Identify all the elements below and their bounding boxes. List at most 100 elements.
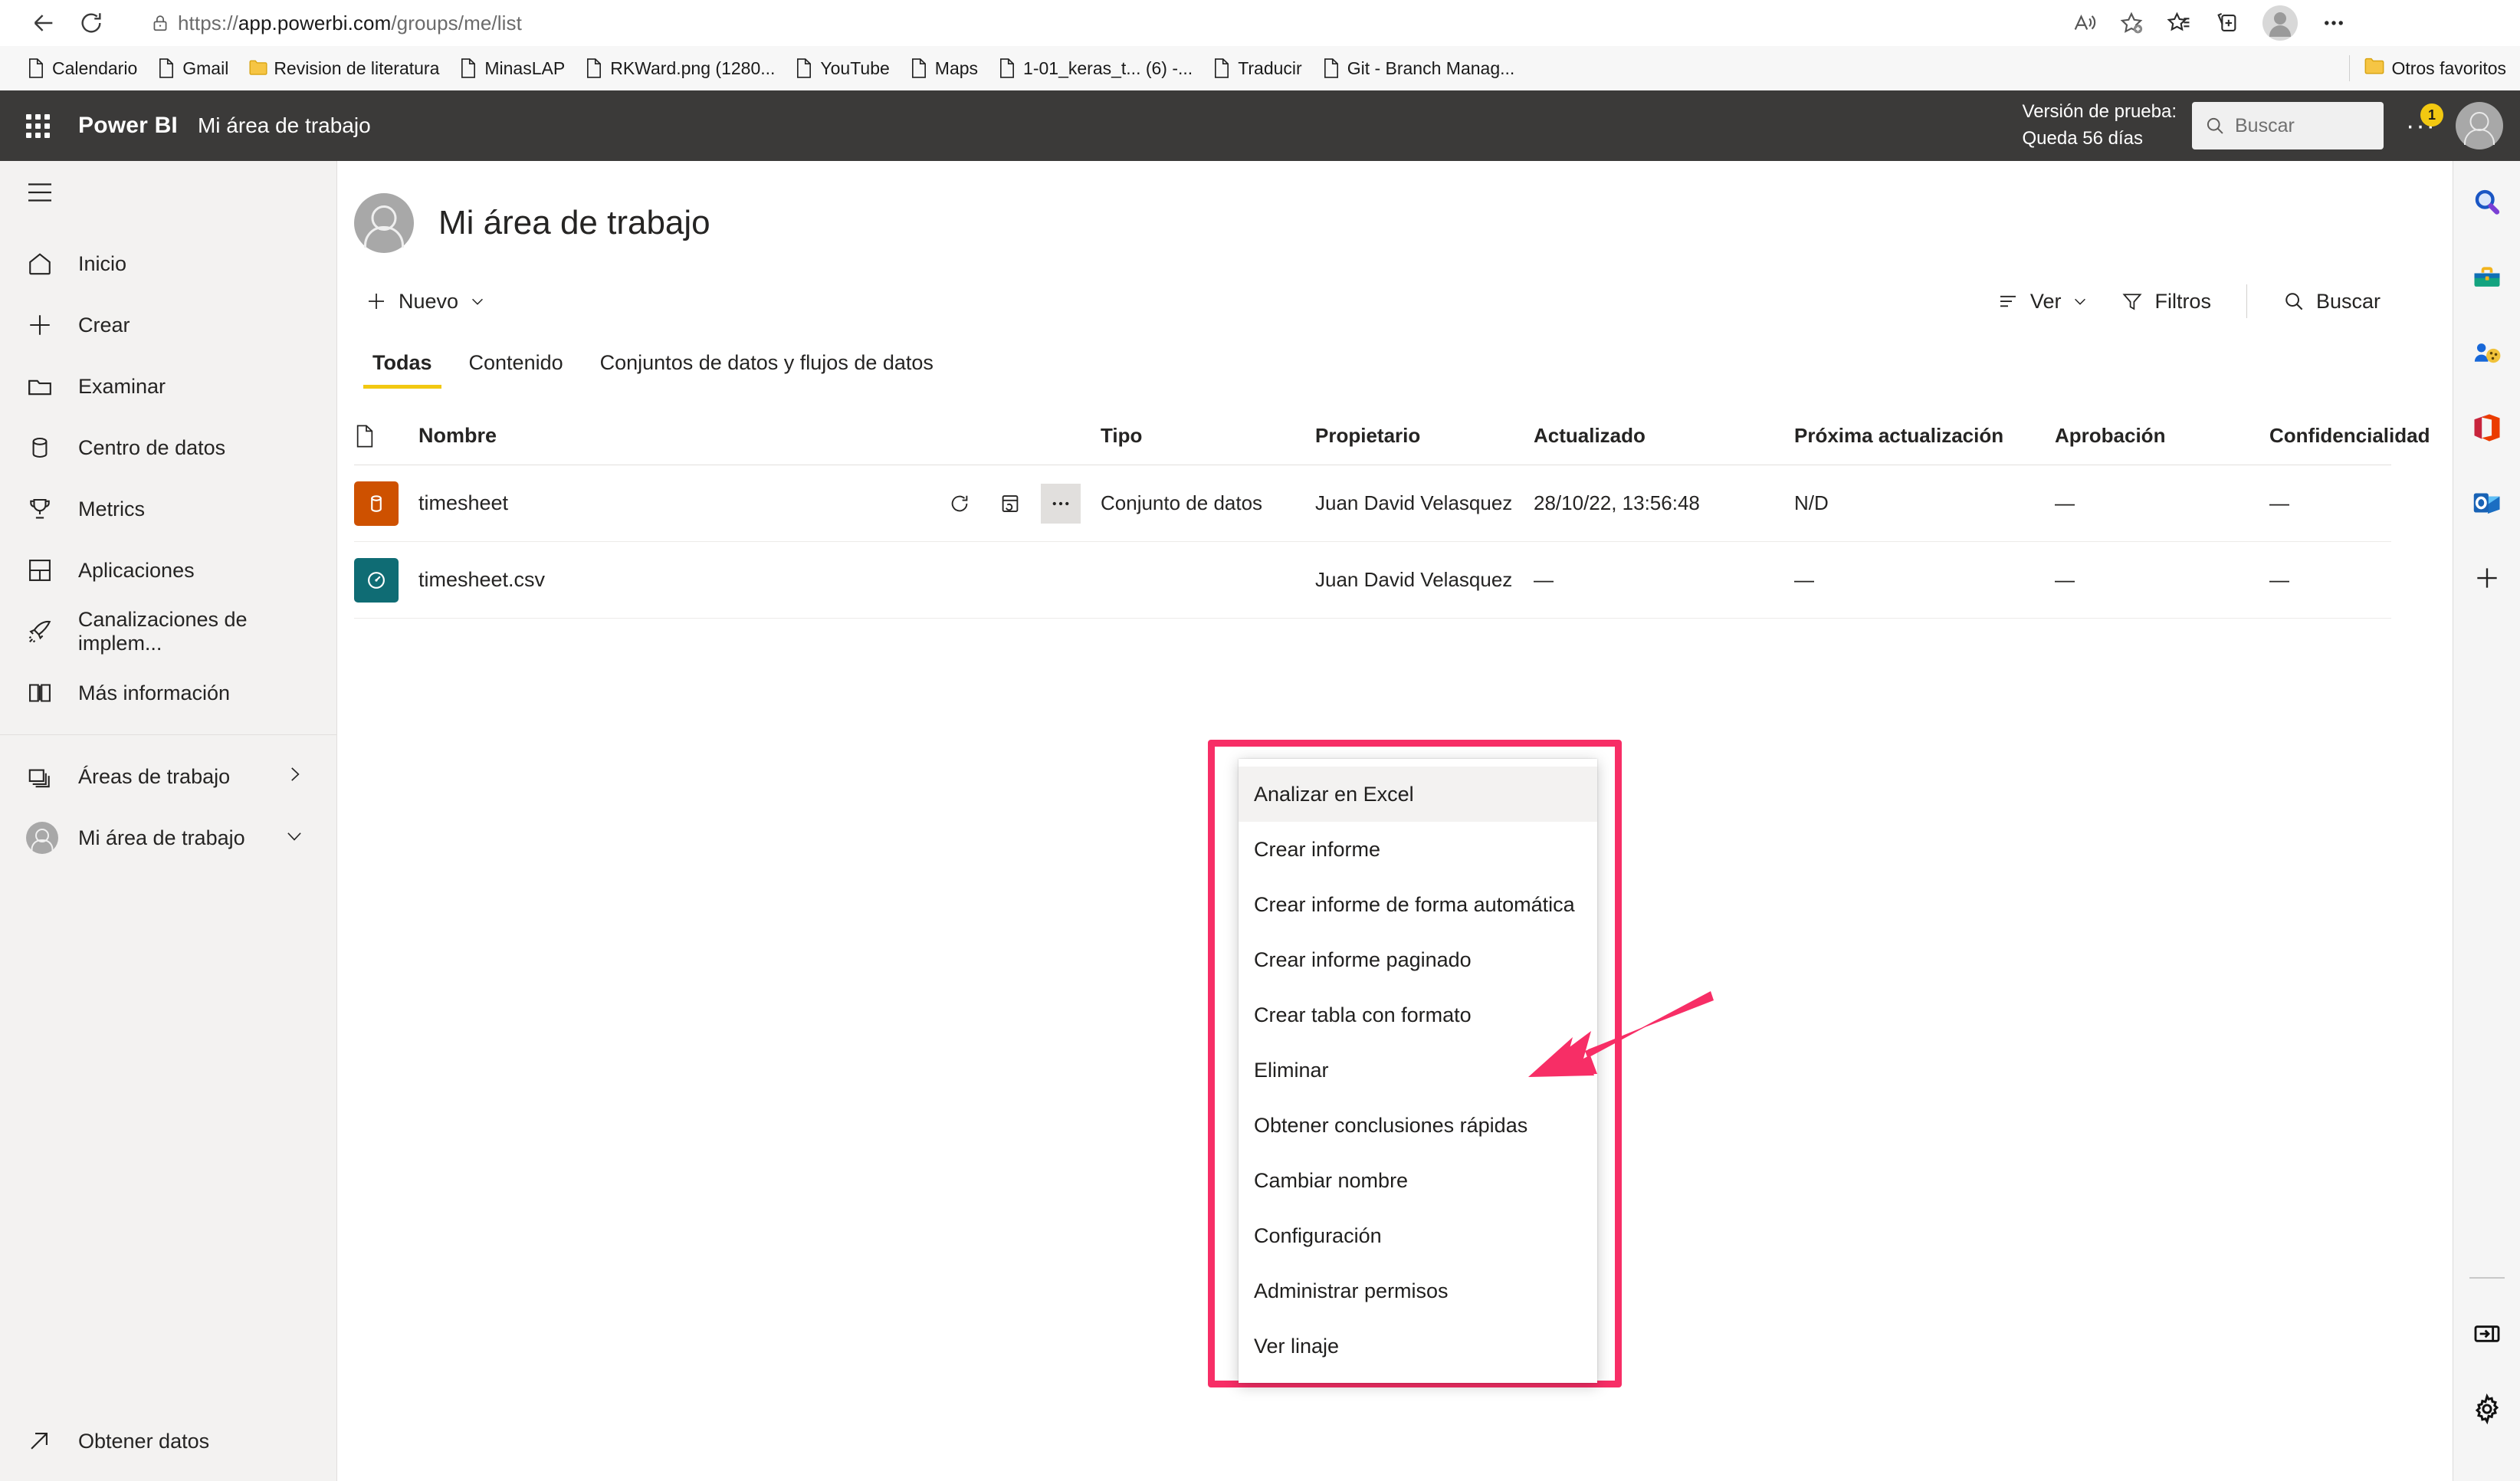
column-header-propietario[interactable]: Propietario <box>1315 424 1534 448</box>
list-search-button[interactable]: Buscar <box>2272 284 2391 320</box>
bookmark-item[interactable]: RKWard.png (1280... <box>575 54 785 83</box>
sidebar-item-mas-informacion[interactable]: Más información <box>0 662 336 724</box>
tab-label: Todas <box>372 351 432 374</box>
bookmark-item[interactable]: 1-01_keras_t... (6) -... <box>988 54 1203 83</box>
sidebar-item-label: Centro de datos <box>78 435 226 459</box>
page-icon <box>459 57 477 79</box>
new-button[interactable]: Nuevo <box>354 284 497 320</box>
bookmark-item[interactable]: Git - Branch Manag... <box>1312 54 1525 83</box>
sidebar-item-obtener-datos[interactable]: Obtener datos <box>0 1410 336 1472</box>
sidebar-item-label: Examinar <box>78 374 166 398</box>
bookmark-item[interactable]: Maps <box>900 54 988 83</box>
row-name[interactable]: timesheet.csv <box>418 568 940 592</box>
address-bar[interactable]: https://app.powerbi.com/groups/me/list <box>135 4 2043 42</box>
column-header-nombre[interactable]: Nombre <box>418 424 940 448</box>
menu-item-crear-informe-paginado[interactable]: Crear informe paginado <box>1239 932 1597 987</box>
add-favorite-icon[interactable] <box>2108 0 2155 47</box>
view-button[interactable]: Ver <box>1986 284 2100 320</box>
row-owner: Juan David Velasquez <box>1315 568 1513 591</box>
menu-item-ver-linaje[interactable]: Ver linaje <box>1239 1318 1597 1374</box>
right-rail-bottom <box>2464 1277 2510 1481</box>
bookmark-item[interactable]: Revision de literatura <box>238 54 449 83</box>
favorites-list-icon[interactable] <box>2155 0 2203 47</box>
nav-bottom-group: Obtener datos <box>0 1410 336 1481</box>
nav-collapse-button[interactable] <box>0 161 336 224</box>
office-icon[interactable] <box>2464 405 2510 451</box>
column-header-actualizado[interactable]: Actualizado <box>1534 424 1794 448</box>
browser-refresh-button[interactable] <box>67 0 115 47</box>
column-header-confidencialidad[interactable]: Confidencialidad <box>2269 424 2430 448</box>
menu-item-configuracion[interactable]: Configuración <box>1239 1208 1597 1263</box>
menu-item-analizar-en-excel[interactable]: Analizar en Excel <box>1239 767 1597 822</box>
other-favorites-group[interactable]: Otros favoritos <box>2349 55 2506 81</box>
filters-button[interactable]: Filtros <box>2110 284 2222 320</box>
toolbox-icon[interactable] <box>2464 254 2510 300</box>
menu-item-administrar-permisos[interactable]: Administrar permisos <box>1239 1263 1597 1318</box>
tab-contenido[interactable]: Contenido <box>451 343 582 389</box>
schedule-refresh-icon[interactable] <box>990 484 1030 524</box>
read-aloud-icon[interactable] <box>2060 0 2108 47</box>
bookmark-label: Gmail <box>182 57 229 78</box>
bookmark-label: YouTube <box>820 57 890 78</box>
sidebar-item-examinar[interactable]: Examinar <box>0 356 336 417</box>
row-name[interactable]: timesheet <box>418 491 940 515</box>
bookmark-label: MinasLAP <box>484 57 566 78</box>
content-table: Nombre Tipo Propietario Actualizado Próx… <box>337 407 2453 619</box>
menu-item-crear-informe[interactable]: Crear informe <box>1239 822 1597 877</box>
header-search-box[interactable]: Buscar <box>2192 102 2384 149</box>
bookmarks-bar: Calendario Gmail Revision de literatura … <box>0 46 2520 90</box>
browser-toolbar: https://app.powerbi.com/groups/me/list <box>0 0 2520 46</box>
refresh-icon[interactable] <box>940 484 979 524</box>
sidebar-item-centro-de-datos[interactable]: Centro de datos <box>0 417 336 478</box>
sidebar-item-metrics[interactable]: Metrics <box>0 478 336 540</box>
bookmark-label: Revision de literatura <box>274 57 440 78</box>
sidebar-item-crear[interactable]: Crear <box>0 294 336 356</box>
header-more-options-button[interactable]: ··· 1 <box>2397 102 2445 149</box>
add-app-icon[interactable] <box>2464 555 2510 601</box>
bookmark-item[interactable]: MinasLAP <box>449 54 575 83</box>
powerbi-brand[interactable]: Power BI <box>78 113 178 139</box>
browser-profile-avatar[interactable] <box>2262 5 2298 41</box>
tab-todas[interactable]: Todas <box>354 343 451 389</box>
divider <box>2469 1277 2505 1279</box>
trial-line-1: Versión de prueba: <box>2022 101 2177 123</box>
sidebar-item-mi-area-de-trabajo[interactable]: Mi área de trabajo <box>0 807 336 869</box>
main-inner: Mi área de trabajo Nuevo Ver Filtros Bus… <box>337 161 2520 619</box>
column-header-icon[interactable] <box>354 424 418 448</box>
add-collection-icon[interactable] <box>2203 0 2250 47</box>
sidebar-item-areas-de-trabajo[interactable]: Áreas de trabajo <box>0 746 336 807</box>
outlook-icon[interactable] <box>2464 480 2510 526</box>
menu-item-crear-informe-automatico[interactable]: Crear informe de forma automática <box>1239 877 1597 932</box>
browser-back-button[interactable] <box>20 0 67 47</box>
sidebar-item-aplicaciones[interactable]: Aplicaciones <box>0 540 336 601</box>
bookmark-item[interactable]: Calendario <box>17 54 147 83</box>
column-header-proxima-actualizacion[interactable]: Próxima actualización <box>1794 424 2055 448</box>
search-magnifier-icon[interactable] <box>2464 179 2510 225</box>
bookmark-item[interactable]: YouTube <box>785 54 899 83</box>
games-icon[interactable] <box>2464 330 2510 376</box>
row-actions <box>940 483 1101 524</box>
column-header-tipo[interactable]: Tipo <box>1101 424 1315 448</box>
bookmark-item[interactable]: Traducir <box>1203 54 1312 83</box>
table-row[interactable]: timesheet Conjunto de datos Juan David V… <box>354 465 2391 542</box>
browser-settings-more-icon[interactable] <box>2310 0 2358 47</box>
user-avatar[interactable] <box>2456 102 2503 149</box>
row-approval: — <box>2055 568 2075 591</box>
bookmark-item[interactable]: Gmail <box>147 54 238 83</box>
app-launcher-icon[interactable] <box>17 105 58 146</box>
page-title: Mi área de trabajo <box>438 204 710 241</box>
folder-icon <box>248 57 267 79</box>
menu-item-cambiar-nombre[interactable]: Cambiar nombre <box>1239 1153 1597 1208</box>
sidebar-item-label: Obtener datos <box>78 1429 210 1453</box>
sidebar-item-inicio[interactable]: Inicio <box>0 233 336 294</box>
collapse-panel-icon[interactable] <box>2464 1311 2510 1357</box>
toolbar-divider <box>2246 284 2247 318</box>
more-options-icon[interactable] <box>1041 483 1081 524</box>
tab-conjuntos-de-datos[interactable]: Conjuntos de datos y flujos de datos <box>582 343 952 389</box>
column-header-aprobacion[interactable]: Aprobación <box>2055 424 2269 448</box>
sidebar-item-canalizaciones[interactable]: Canalizaciones de implem... <box>0 601 336 662</box>
tab-label: Contenido <box>468 351 563 374</box>
settings-gear-icon[interactable] <box>2464 1386 2510 1432</box>
row-approval: — <box>2055 491 2075 514</box>
table-row[interactable]: timesheet.csv Juan David Velasquez — — —… <box>354 542 2391 619</box>
